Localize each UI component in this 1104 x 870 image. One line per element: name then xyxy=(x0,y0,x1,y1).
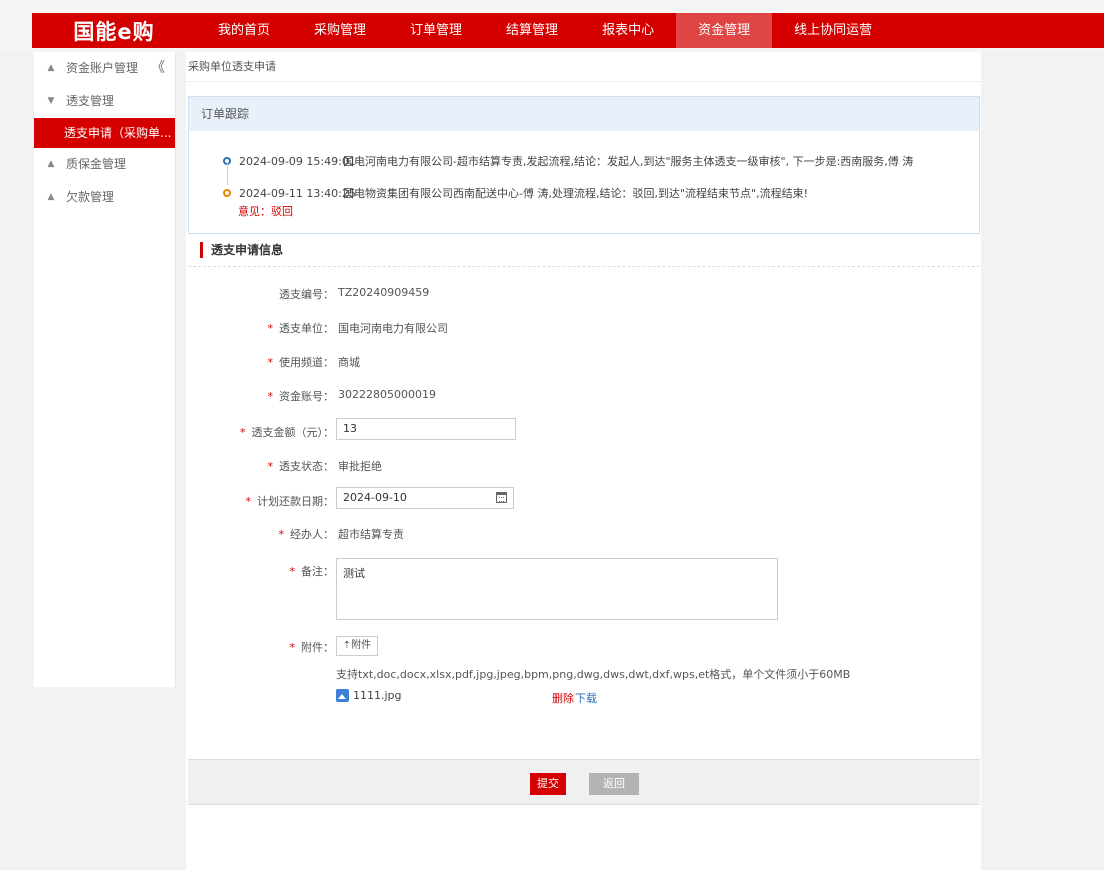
field-label: * 使用频道： xyxy=(268,354,335,370)
tracking-entry: 2024-09-09 15:49:01 国电河南电力有限公司-超市结算专责,发起… xyxy=(223,153,913,169)
field-label: * 透支单位： xyxy=(268,320,335,336)
breadcrumb: 采购单位透支申请 xyxy=(186,52,981,82)
sidebar-item-label: 欠款管理 xyxy=(66,190,115,204)
caret-up-icon: ▲ xyxy=(47,159,55,169)
back-button[interactable]: 返回 xyxy=(589,773,639,795)
order-tracking-panel: 订单跟踪 2024-09-09 15:49:01 国电河南电力有限公司-超市结算… xyxy=(188,96,980,234)
button-label: 附件 xyxy=(351,640,372,651)
tracking-title: 订单跟踪 xyxy=(189,97,979,131)
label-text: 资金账号： xyxy=(279,390,334,403)
top-bar: 国能e购 我的首页 采购管理 订单管理 结算管理 报表中心 资金管理 线上协同运… xyxy=(0,0,1104,52)
required-mark: * xyxy=(267,460,274,473)
field-value: 审批拒绝 xyxy=(338,460,382,473)
main-content: 采购单位透支申请 订单跟踪 2024-09-09 15:49:01 国电河南电力… xyxy=(186,52,981,870)
repay-date-input[interactable]: 2024-09-10 xyxy=(336,487,514,509)
sidebar-item-overdraft[interactable]: ▼ 透支管理 xyxy=(34,85,175,118)
amount-input[interactable]: 13 xyxy=(336,418,516,440)
required-mark: * xyxy=(245,495,252,508)
nav-item-procurement[interactable]: 采购管理 xyxy=(292,13,388,48)
field-value: TZ20240909459 xyxy=(338,286,430,299)
timeline-dot-icon xyxy=(223,189,231,197)
remark-textarea[interactable]: 测试 xyxy=(336,558,778,620)
field-label: * 计划还款日期： xyxy=(246,493,335,509)
label-text: 使用频道： xyxy=(279,356,334,369)
field-value: 30222805000019 xyxy=(338,388,436,401)
tracking-time: 2024-09-09 15:49:01 xyxy=(239,154,356,168)
image-file-icon xyxy=(336,689,349,702)
label-text: 透支金额（元）： xyxy=(251,426,335,439)
attachment-hint: 支持txt,doc,docx,xlsx,pdf,jpg,jpeg,bpm,png… xyxy=(336,668,851,681)
sidebar-item-label: 资金账户管理 xyxy=(66,61,139,75)
collapse-sidebar-icon[interactable]: 《 xyxy=(151,52,165,85)
nav-item-online-ops[interactable]: 线上协同运营 xyxy=(772,13,894,48)
nav-item-home[interactable]: 我的首页 xyxy=(196,13,292,48)
field-label: * 备注： xyxy=(290,563,335,579)
nav-item-settlement[interactable]: 结算管理 xyxy=(484,13,580,48)
field-value: 商城 xyxy=(338,356,360,369)
nav-item-funds[interactable]: 资金管理 xyxy=(676,13,773,48)
caret-down-icon: ▼ xyxy=(47,96,55,106)
required-mark: * xyxy=(240,426,246,439)
label-text: 备注： xyxy=(301,565,334,578)
required-mark: * xyxy=(267,322,274,335)
label-text: 经办人： xyxy=(290,528,334,541)
field-label: * 透支状态： xyxy=(268,458,335,474)
file-name: 1111.jpg xyxy=(353,689,402,702)
sidebar-item-label: 透支管理 xyxy=(66,94,115,108)
download-file-link[interactable]: 下载 xyxy=(575,690,597,706)
label-text: 计划还款日期： xyxy=(257,495,334,508)
upload-icon: ⇡ xyxy=(342,640,352,651)
required-mark: * xyxy=(278,528,285,541)
sidebar: ▲ 资金账户管理 《 ▼ 透支管理 透支申请（采购单... ▲ 质保金管理 ▲ … xyxy=(34,52,176,687)
tracking-opinion: 意见：驳回 xyxy=(238,205,293,218)
field-label: * 透支金额（元）： xyxy=(240,424,334,440)
sidebar-item-warranty[interactable]: ▲ 质保金管理 xyxy=(34,148,175,181)
tracking-time: 2024-09-11 13:40:25 xyxy=(239,186,356,200)
main-nav: 国能e购 我的首页 采购管理 订单管理 结算管理 报表中心 资金管理 线上协同运… xyxy=(32,13,1104,48)
calendar-icon[interactable] xyxy=(496,492,507,503)
tracking-text: 国电河南电力有限公司-超市结算专责,发起流程,结论：发起人,到达"服务主体透支一… xyxy=(343,155,914,168)
field-label: * 资金账号： xyxy=(268,388,335,404)
action-bar: 提交 返回 xyxy=(188,759,980,805)
submit-button[interactable]: 提交 xyxy=(530,773,566,795)
label-text: 透支编号： xyxy=(279,288,334,301)
upload-attachment-button[interactable]: ⇡附件 xyxy=(336,636,378,656)
label-text: 透支单位： xyxy=(279,322,334,335)
field-value: 超市结算专责 xyxy=(338,528,404,541)
field-label: 透支编号： xyxy=(279,286,334,302)
field-label: * 经办人： xyxy=(279,526,335,542)
section-title: 透支申请信息 xyxy=(200,242,283,258)
caret-up-icon: ▲ xyxy=(47,192,55,202)
required-mark: * xyxy=(267,356,274,369)
required-mark: * xyxy=(267,390,274,403)
date-value: 2024-09-10 xyxy=(343,491,407,504)
field-label: * 附件： xyxy=(290,639,335,655)
nav-item-reports[interactable]: 报表中心 xyxy=(580,13,676,48)
attachment-file[interactable]: 1111.jpg xyxy=(336,689,402,702)
sidebar-item-arrears[interactable]: ▲ 欠款管理 xyxy=(34,181,175,214)
sidebar-item-overdraft-apply[interactable]: 透支申请（采购单... xyxy=(34,118,175,148)
delete-file-link[interactable]: 删除 xyxy=(552,690,574,706)
field-value: 国电河南电力有限公司 xyxy=(338,322,448,335)
nav-items: 我的首页 采购管理 订单管理 结算管理 报表中心 资金管理 线上协同运营 xyxy=(196,13,894,48)
timeline-connector xyxy=(227,163,228,185)
caret-up-icon: ▲ xyxy=(47,63,55,73)
tracking-entry: 2024-09-11 13:40:25 国电物资集团有限公司西南配送中心-傅 涛… xyxy=(223,185,808,201)
brand-logo[interactable]: 国能e购 xyxy=(32,16,196,46)
section-divider xyxy=(188,266,980,267)
logo-text: 国能e购 xyxy=(73,19,155,44)
tracking-text: 国电物资集团有限公司西南配送中心-傅 涛,处理流程,结论：驳回,到达"流程结束节… xyxy=(343,187,808,200)
label-text: 附件： xyxy=(301,641,334,654)
required-mark: * xyxy=(289,565,296,578)
nav-item-orders[interactable]: 订单管理 xyxy=(388,13,484,48)
sidebar-item-fund-account[interactable]: ▲ 资金账户管理 《 xyxy=(34,52,175,85)
required-mark: * xyxy=(289,641,296,654)
label-text: 透支状态： xyxy=(279,460,334,473)
sidebar-item-label: 质保金管理 xyxy=(66,157,127,171)
